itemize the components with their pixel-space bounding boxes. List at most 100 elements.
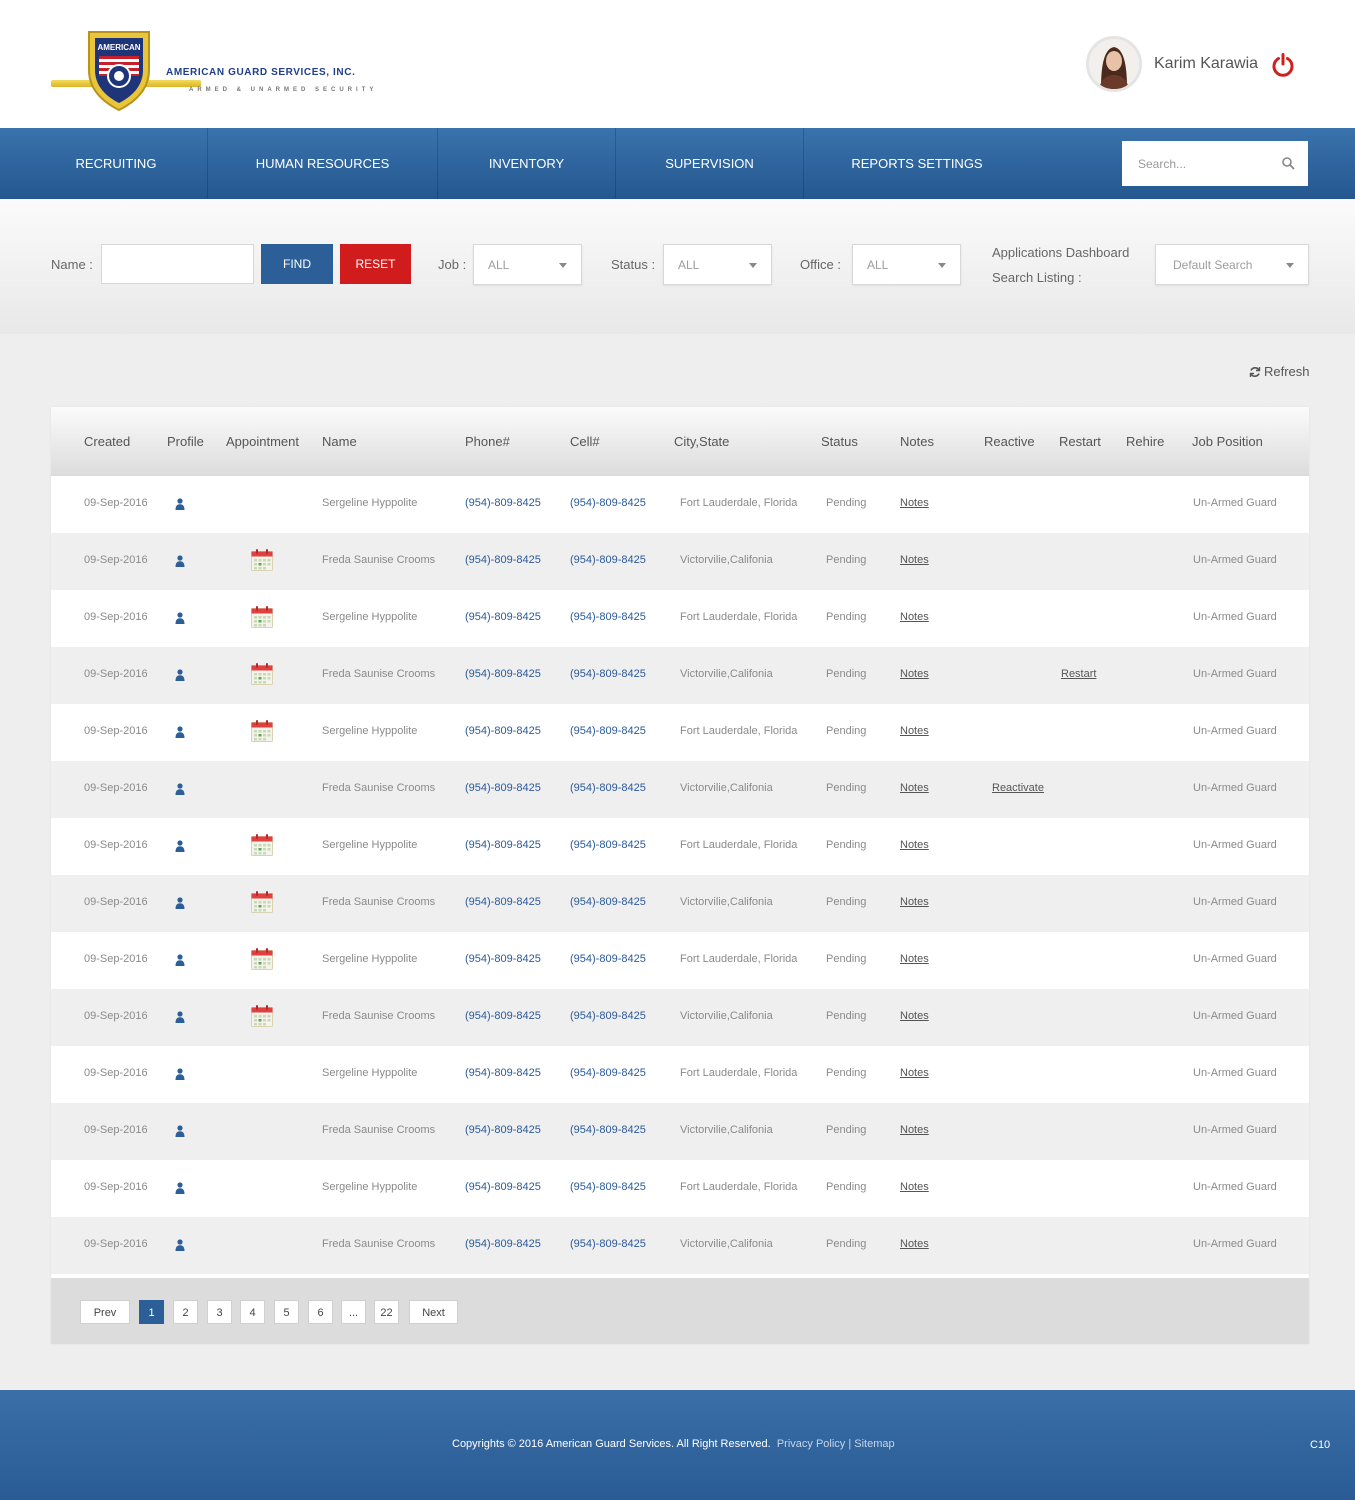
calendar-icon[interactable] bbox=[250, 833, 274, 857]
pagination-page[interactable]: 22 bbox=[374, 1300, 399, 1324]
profile-icon[interactable] bbox=[175, 839, 185, 852]
notes-link[interactable]: Notes bbox=[900, 896, 929, 908]
cell-phone[interactable]: (954)-809-8425 bbox=[465, 497, 541, 509]
pagination-next[interactable]: Next bbox=[409, 1300, 458, 1324]
profile-icon[interactable] bbox=[175, 896, 185, 909]
reactivate-link[interactable]: Reactivate bbox=[992, 782, 1044, 794]
header-created[interactable]: Created bbox=[84, 434, 130, 449]
pagination-page[interactable]: 6 bbox=[308, 1300, 333, 1324]
nav-item-human-resources[interactable]: HUMAN RESOURCES bbox=[208, 128, 438, 199]
header-status[interactable]: Status bbox=[821, 434, 858, 449]
cell-phone[interactable]: (954)-809-8425 bbox=[465, 554, 541, 566]
find-button[interactable]: FIND bbox=[261, 244, 333, 284]
notes-link[interactable]: Notes bbox=[900, 611, 929, 623]
calendar-icon[interactable] bbox=[250, 890, 274, 914]
profile-icon[interactable] bbox=[175, 953, 185, 966]
restart-link[interactable]: Restart bbox=[1061, 668, 1096, 680]
pagination-page[interactable]: 4 bbox=[240, 1300, 265, 1324]
cell-phone[interactable]: (954)-809-8425 bbox=[465, 668, 541, 680]
cell-cell[interactable]: (954)-809-8425 bbox=[570, 497, 646, 509]
reset-button[interactable]: RESET bbox=[340, 244, 411, 284]
cell-phone[interactable]: (954)-809-8425 bbox=[465, 1181, 541, 1193]
notes-link[interactable]: Notes bbox=[900, 1238, 929, 1250]
profile-icon[interactable] bbox=[175, 1124, 185, 1137]
profile-icon[interactable] bbox=[175, 497, 185, 510]
header-rehire[interactable]: Rehire bbox=[1126, 434, 1164, 449]
profile-icon[interactable] bbox=[175, 782, 185, 795]
cell-cell[interactable]: (954)-809-8425 bbox=[570, 1010, 646, 1022]
cell-cell[interactable]: (954)-809-8425 bbox=[570, 782, 646, 794]
refresh-button[interactable]: Refresh bbox=[1249, 364, 1310, 379]
profile-icon[interactable] bbox=[175, 554, 185, 567]
sitemap-link[interactable]: Sitemap bbox=[854, 1438, 894, 1450]
cell-cell[interactable]: (954)-809-8425 bbox=[570, 1238, 646, 1250]
header-profile[interactable]: Profile bbox=[167, 434, 204, 449]
profile-icon[interactable] bbox=[175, 725, 185, 738]
cell-cell[interactable]: (954)-809-8425 bbox=[570, 611, 646, 623]
header-cell[interactable]: Cell# bbox=[570, 434, 600, 449]
calendar-icon[interactable] bbox=[250, 662, 274, 686]
status-select[interactable]: ALL bbox=[663, 244, 772, 285]
profile-icon[interactable] bbox=[175, 668, 185, 681]
calendar-icon[interactable] bbox=[250, 947, 274, 971]
profile-icon[interactable] bbox=[175, 1181, 185, 1194]
cell-cell[interactable]: (954)-809-8425 bbox=[570, 896, 646, 908]
pagination-page[interactable]: 2 bbox=[173, 1300, 198, 1324]
profile-icon[interactable] bbox=[175, 1067, 185, 1080]
cell-phone[interactable]: (954)-809-8425 bbox=[465, 1010, 541, 1022]
cell-phone[interactable]: (954)-809-8425 bbox=[465, 1124, 541, 1136]
office-select[interactable]: ALL bbox=[852, 244, 961, 285]
avatar[interactable] bbox=[1086, 36, 1142, 92]
nav-item-reports-settings[interactable]: REPORTS SETTINGS bbox=[804, 128, 1030, 199]
cell-phone[interactable]: (954)-809-8425 bbox=[465, 725, 541, 737]
pagination-page[interactable]: 5 bbox=[274, 1300, 299, 1324]
pagination-page[interactable]: 3 bbox=[207, 1300, 232, 1324]
notes-link[interactable]: Notes bbox=[900, 839, 929, 851]
header-notes[interactable]: Notes bbox=[900, 434, 934, 449]
pagination-prev[interactable]: Prev bbox=[80, 1300, 130, 1324]
company-logo[interactable]: AMERICAN AMERICAN GUARD SERVICES, INC. A… bbox=[51, 28, 373, 112]
cell-phone[interactable]: (954)-809-8425 bbox=[465, 896, 541, 908]
cell-cell[interactable]: (954)-809-8425 bbox=[570, 953, 646, 965]
header-job-position[interactable]: Job Position bbox=[1192, 434, 1263, 449]
header-restart[interactable]: Restart bbox=[1059, 434, 1101, 449]
header-name[interactable]: Name bbox=[322, 434, 357, 449]
nav-item-inventory[interactable]: INVENTORY bbox=[438, 128, 616, 199]
nav-item-supervision[interactable]: SUPERVISION bbox=[616, 128, 804, 199]
cell-cell[interactable]: (954)-809-8425 bbox=[570, 725, 646, 737]
notes-link[interactable]: Notes bbox=[900, 1124, 929, 1136]
cell-cell[interactable]: (954)-809-8425 bbox=[570, 839, 646, 851]
cell-cell[interactable]: (954)-809-8425 bbox=[570, 554, 646, 566]
notes-link[interactable]: Notes bbox=[900, 725, 929, 737]
notes-link[interactable]: Notes bbox=[900, 497, 929, 509]
cell-phone[interactable]: (954)-809-8425 bbox=[465, 611, 541, 623]
job-select[interactable]: ALL bbox=[473, 244, 582, 285]
profile-icon[interactable] bbox=[175, 1010, 185, 1023]
notes-link[interactable]: Notes bbox=[900, 782, 929, 794]
power-icon[interactable] bbox=[1270, 52, 1296, 78]
profile-icon[interactable] bbox=[175, 1238, 185, 1251]
privacy-policy-link[interactable]: Privacy Policy bbox=[777, 1438, 845, 1450]
cell-cell[interactable]: (954)-809-8425 bbox=[570, 1181, 646, 1193]
cell-cell[interactable]: (954)-809-8425 bbox=[570, 1124, 646, 1136]
header-phone[interactable]: Phone# bbox=[465, 434, 510, 449]
nav-item-recruiting[interactable]: RECRUITING bbox=[25, 128, 208, 199]
header-appointment[interactable]: Appointment bbox=[226, 434, 299, 449]
cell-phone[interactable]: (954)-809-8425 bbox=[465, 1238, 541, 1250]
header-reactive[interactable]: Reactive bbox=[984, 434, 1035, 449]
cell-cell[interactable]: (954)-809-8425 bbox=[570, 1067, 646, 1079]
calendar-icon[interactable] bbox=[250, 605, 274, 629]
header-city-state[interactable]: City,State bbox=[674, 434, 729, 449]
notes-link[interactable]: Notes bbox=[900, 953, 929, 965]
notes-link[interactable]: Notes bbox=[900, 554, 929, 566]
pagination-page[interactable]: 1 bbox=[139, 1300, 164, 1324]
calendar-icon[interactable] bbox=[250, 548, 274, 572]
cell-phone[interactable]: (954)-809-8425 bbox=[465, 953, 541, 965]
dashboard-search-select[interactable]: Default Search bbox=[1155, 244, 1309, 285]
notes-link[interactable]: Notes bbox=[900, 1067, 929, 1079]
cell-cell[interactable]: (954)-809-8425 bbox=[570, 668, 646, 680]
notes-link[interactable]: Notes bbox=[900, 1010, 929, 1022]
cell-phone[interactable]: (954)-809-8425 bbox=[465, 782, 541, 794]
search-icon[interactable] bbox=[1281, 156, 1295, 170]
user-menu[interactable]: Karim Karawia bbox=[1086, 36, 1316, 94]
